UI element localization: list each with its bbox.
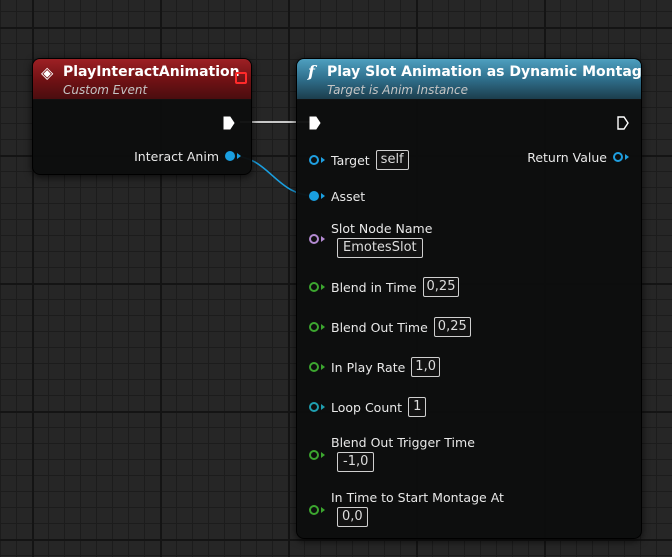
loop-count-label: Loop Count: [331, 399, 403, 415]
blend-out-trigger-pin-icon-row[interactable]: [309, 445, 331, 465]
blend-in-time-pin[interactable]: Blend in Time 0,25: [309, 277, 460, 297]
target-pin[interactable]: Target self: [309, 150, 409, 170]
blend-out-trigger-time-pin-icon[interactable]: [309, 450, 319, 460]
blend-out-time-label: Blend Out Time: [331, 319, 428, 335]
slot-node-name-field[interactable]: EmotesSlot: [337, 238, 423, 258]
exec-output-icon[interactable]: [223, 116, 235, 130]
pin-arrow-icon: [321, 236, 325, 242]
function-title: Play Slot Animation as Dynamic Montage: [327, 64, 642, 80]
pin-arrow-icon: [625, 154, 629, 160]
event-diamond-icon: ◈: [41, 63, 54, 82]
slot-node-name-label: Slot Node Name: [331, 221, 433, 236]
exec-output-icon[interactable]: [617, 116, 629, 130]
target-field[interactable]: self: [375, 150, 409, 170]
pin-arrow-icon: [321, 452, 325, 458]
function-subtitle: Target is Anim Instance: [327, 83, 468, 97]
in-play-rate-pin-icon[interactable]: [309, 362, 319, 372]
event-subtitle: Custom Event: [63, 83, 148, 97]
in-play-rate-pin[interactable]: In Play Rate 1,0: [309, 357, 440, 377]
asset-pin[interactable]: Asset: [309, 186, 365, 206]
pin-arrow-icon: [321, 193, 325, 199]
custom-event-node[interactable]: ◈ PlayInteractAnimation Custom Event Int…: [32, 58, 252, 175]
return-value-pin[interactable]: Return Value: [527, 147, 629, 167]
blend-out-time-pin[interactable]: Blend Out Time 0,25: [309, 317, 471, 337]
interact-anim-label: Interact Anim: [134, 148, 219, 164]
function-node[interactable]: f Play Slot Animation as Dynamic Montage…: [296, 58, 642, 539]
loop-count-field[interactable]: 1: [408, 397, 427, 417]
blend-out-trigger-time-field[interactable]: -1,0: [337, 452, 375, 472]
blend-in-time-label: Blend in Time: [331, 279, 417, 295]
pin-arrow-icon: [237, 153, 241, 159]
event-title: PlayInteractAnimation: [63, 64, 240, 80]
pin-arrow-icon: [321, 404, 325, 410]
blend-out-time-field[interactable]: 0,25: [433, 317, 471, 337]
loop-count-pin[interactable]: Loop Count 1: [309, 397, 427, 417]
pin-arrow-icon: [321, 157, 325, 163]
slot-node-name-pin-icon-row[interactable]: [309, 229, 331, 249]
delegate-pin-icon[interactable]: [235, 72, 247, 84]
return-value-pin-icon[interactable]: [613, 152, 623, 162]
event-node-header[interactable]: ◈ PlayInteractAnimation Custom Event: [33, 59, 251, 100]
blend-in-time-pin-icon[interactable]: [309, 282, 319, 292]
in-time-to-start-field[interactable]: 0,0: [337, 507, 368, 527]
slot-node-name-pin-icon[interactable]: [309, 234, 319, 244]
event-exec-out[interactable]: [223, 113, 235, 133]
loop-count-pin-icon[interactable]: [309, 402, 319, 412]
in-time-to-start-montage-pin: In Time to Start Montage At 0,0: [331, 490, 504, 527]
pin-arrow-icon: [321, 284, 325, 290]
return-value-label: Return Value: [527, 149, 607, 165]
blend-in-time-field[interactable]: 0,25: [422, 277, 460, 297]
pin-arrow-icon: [321, 364, 325, 370]
blend-out-trigger-time-label: Blend Out Trigger Time: [331, 435, 475, 450]
pin-arrow-icon: [321, 324, 325, 330]
blend-out-time-pin-icon[interactable]: [309, 322, 319, 332]
object-pin-icon[interactable]: [225, 151, 235, 161]
slot-node-name-pin: Slot Node Name EmotesSlot: [331, 221, 432, 258]
exec-in-pin[interactable]: [309, 113, 321, 133]
function-node-header[interactable]: f Play Slot Animation as Dynamic Montage…: [297, 59, 641, 100]
blend-out-trigger-time-pin: Blend Out Trigger Time -1,0: [331, 435, 475, 472]
exec-input-icon[interactable]: [309, 116, 321, 130]
pin-arrow-icon: [321, 507, 325, 513]
asset-pin-icon[interactable]: [309, 191, 319, 201]
in-time-to-start-pin-icon[interactable]: [309, 505, 319, 515]
in-play-rate-label: In Play Rate: [331, 359, 406, 375]
in-time-to-start-pin-icon-row[interactable]: [309, 500, 331, 520]
interact-anim-pin[interactable]: Interact Anim: [134, 146, 241, 166]
exec-out-pin[interactable]: [617, 113, 629, 133]
target-pin-icon[interactable]: [309, 155, 319, 165]
asset-label: Asset: [331, 188, 366, 204]
function-icon: f: [308, 62, 315, 81]
target-label: Target: [331, 152, 370, 168]
in-play-rate-field[interactable]: 1,0: [411, 357, 440, 377]
in-time-to-start-label: In Time to Start Montage At: [331, 490, 504, 505]
